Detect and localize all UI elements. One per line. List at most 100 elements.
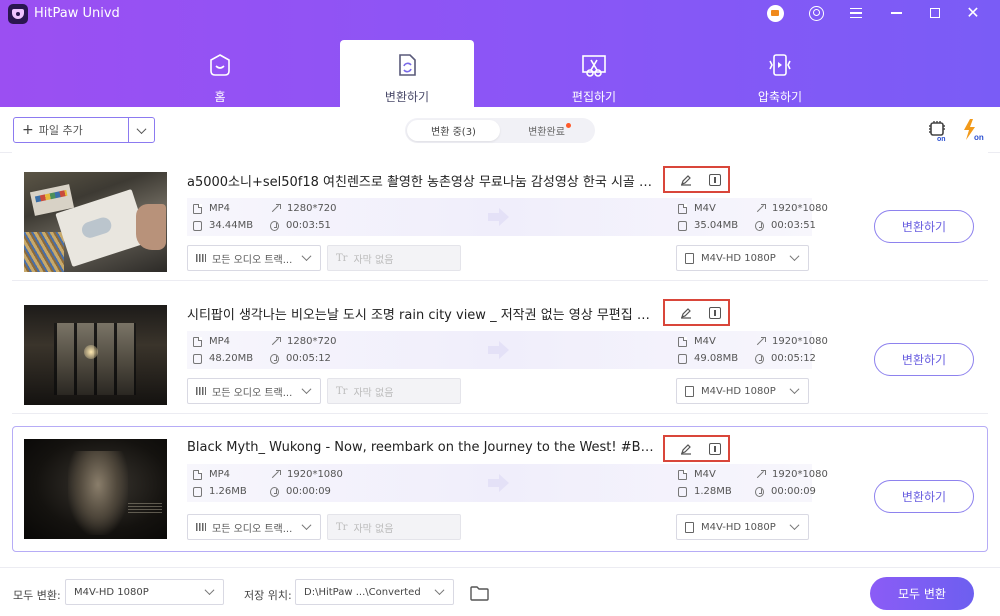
- file-name: a5000소니+sel50f18 여친렌즈로 촬영한 농촌영상 무료나눔 감성영…: [187, 175, 657, 190]
- chevron-down-icon: [789, 251, 800, 262]
- resolution-icon: [270, 203, 281, 214]
- subtitle-value: 자막 없음: [353, 387, 394, 399]
- audio-track-select[interactable]: 모든 오디오 트랙...: [187, 245, 321, 271]
- convert-button[interactable]: 변환하기: [874, 343, 974, 376]
- info-icon[interactable]: [709, 174, 721, 186]
- document-icon: [685, 385, 694, 397]
- info-icon[interactable]: [709, 307, 721, 319]
- app-title: HitPaw Univd: [34, 6, 120, 21]
- tab-converted[interactable]: 변환완료: [500, 120, 593, 141]
- audio-wave-icon: [196, 387, 206, 395]
- source-format: MP4: [209, 203, 231, 214]
- maximize-icon[interactable]: [925, 3, 945, 23]
- tab-converting[interactable]: 변환 중(3): [407, 120, 500, 141]
- arrow-right-icon: [488, 341, 509, 359]
- source-duration: 00:03:51: [286, 220, 331, 231]
- subtitle-select[interactable]: Tr 자막 없음: [327, 514, 461, 540]
- output-format-select[interactable]: M4V-HD 1080P: [676, 245, 809, 271]
- scissors-icon: [582, 55, 606, 77]
- subtitle-select[interactable]: Tr 자막 없음: [327, 378, 461, 404]
- cart-icon[interactable]: [765, 3, 785, 23]
- edit-icon[interactable]: [680, 307, 692, 319]
- chevron-down-icon: [434, 585, 445, 596]
- hardware-acceleration-icon[interactable]: on: [927, 120, 949, 142]
- tab-convert-label: 변환하기: [384, 90, 430, 104]
- video-thumbnail[interactable]: [24, 439, 167, 539]
- source-duration: 00:05:12: [286, 353, 331, 364]
- close-icon[interactable]: ✕: [963, 3, 983, 23]
- add-file-dropdown[interactable]: [128, 118, 154, 142]
- target-size: 1.28MB: [694, 486, 732, 497]
- save-location-value: D:\HitPaw ...\Converted: [304, 586, 421, 598]
- tab-edit-label: 편집하기: [571, 90, 617, 104]
- tab-edit[interactable]: 편집하기: [527, 40, 661, 107]
- file-icon: [678, 203, 687, 214]
- size-icon: [678, 220, 687, 231]
- file-row[interactable]: 시티팝이 생각나는 비오는날 도시 조명 rain city view _ 저작…: [12, 285, 988, 414]
- output-format-value: M4V-HD 1080P: [701, 252, 776, 264]
- edit-icon[interactable]: [680, 174, 692, 186]
- target-size: 35.04MB: [694, 220, 739, 231]
- footer-bar: 모두 변환: M4V-HD 1080P 저장 위치: D:\HitPaw ...…: [0, 567, 1000, 616]
- plus-icon: +: [22, 122, 34, 138]
- file-name: Black Myth_ Wukong - Now, reembark on th…: [187, 440, 657, 455]
- file-row[interactable]: a5000소니+sel50f18 여친렌즈로 촬영한 농촌영상 무료나눔 감성영…: [12, 152, 988, 281]
- video-thumbnail[interactable]: [24, 305, 167, 405]
- file-actions-highlight: [663, 299, 730, 326]
- subtitle-icon: Tr: [336, 521, 348, 533]
- user-icon[interactable]: [806, 3, 826, 23]
- output-format-select[interactable]: M4V-HD 1080P: [676, 514, 809, 540]
- size-icon: [678, 486, 687, 497]
- audio-wave-icon: [196, 523, 206, 531]
- file-meta: MP4 1920*1080 1.26MB 00:00:09 M4V 1920*1…: [187, 464, 828, 502]
- add-file-button[interactable]: + 파일 추가: [14, 118, 128, 142]
- compress-icon: [769, 54, 791, 76]
- convert-all-button[interactable]: 모두 변환: [870, 577, 974, 610]
- audio-track-value: 모든 오디오 트랙...: [212, 387, 293, 399]
- tab-convert[interactable]: 변환하기: [340, 40, 474, 107]
- source-format: MP4: [209, 336, 231, 347]
- status-segment: 변환 중(3) 변환완료: [405, 118, 595, 143]
- clock-icon: [755, 353, 764, 364]
- audio-track-value: 모든 오디오 트랙...: [212, 254, 293, 266]
- arrow-right-icon: [488, 208, 509, 226]
- add-file-label: 파일 추가: [38, 124, 83, 137]
- edit-icon[interactable]: [680, 443, 692, 455]
- save-location-select[interactable]: D:\HitPaw ...\Converted: [295, 579, 454, 605]
- target-duration: 00:00:09: [771, 486, 816, 497]
- lightning-icon[interactable]: on: [961, 118, 987, 142]
- menu-icon[interactable]: [846, 3, 866, 23]
- tab-compress[interactable]: 압축하기: [713, 40, 847, 107]
- convert-button[interactable]: 변환하기: [874, 480, 974, 513]
- audio-track-select[interactable]: 모든 오디오 트랙...: [187, 378, 321, 404]
- tab-home[interactable]: 홈: [153, 40, 287, 107]
- audio-track-select[interactable]: 모든 오디오 트랙...: [187, 514, 321, 540]
- file-icon: [193, 336, 202, 347]
- minimize-icon[interactable]: [886, 3, 906, 23]
- row-divider: [12, 413, 988, 414]
- svg-text:on: on: [937, 136, 946, 142]
- info-icon[interactable]: [709, 443, 721, 455]
- convert-all-format-select[interactable]: M4V-HD 1080P: [65, 579, 224, 605]
- chevron-down-icon: [301, 520, 312, 531]
- convert-button[interactable]: 변환하기: [874, 210, 974, 243]
- folder-icon[interactable]: [470, 586, 489, 601]
- subtitle-select[interactable]: Tr 자막 없음: [327, 245, 461, 271]
- file-row-selected[interactable]: Black Myth_ Wukong - Now, reembark on th…: [12, 426, 988, 552]
- audio-track-value: 모든 오디오 트랙...: [212, 523, 293, 535]
- subtitle-icon: Tr: [336, 385, 348, 397]
- document-icon: [685, 252, 694, 264]
- chevron-down-icon: [301, 251, 312, 262]
- clock-icon: [755, 486, 764, 497]
- target-size: 49.08MB: [694, 353, 739, 364]
- source-resolution: 1280*720: [287, 336, 337, 347]
- file-icon: [678, 336, 687, 347]
- output-format-select[interactable]: M4V-HD 1080P: [676, 378, 809, 404]
- file-icon: [193, 469, 202, 480]
- target-format: M4V: [694, 469, 716, 480]
- chevron-down-icon: [136, 123, 147, 134]
- target-format: M4V: [694, 336, 716, 347]
- notification-dot: [566, 123, 571, 128]
- video-thumbnail[interactable]: [24, 172, 167, 272]
- convert-all-format-value: M4V-HD 1080P: [74, 586, 149, 598]
